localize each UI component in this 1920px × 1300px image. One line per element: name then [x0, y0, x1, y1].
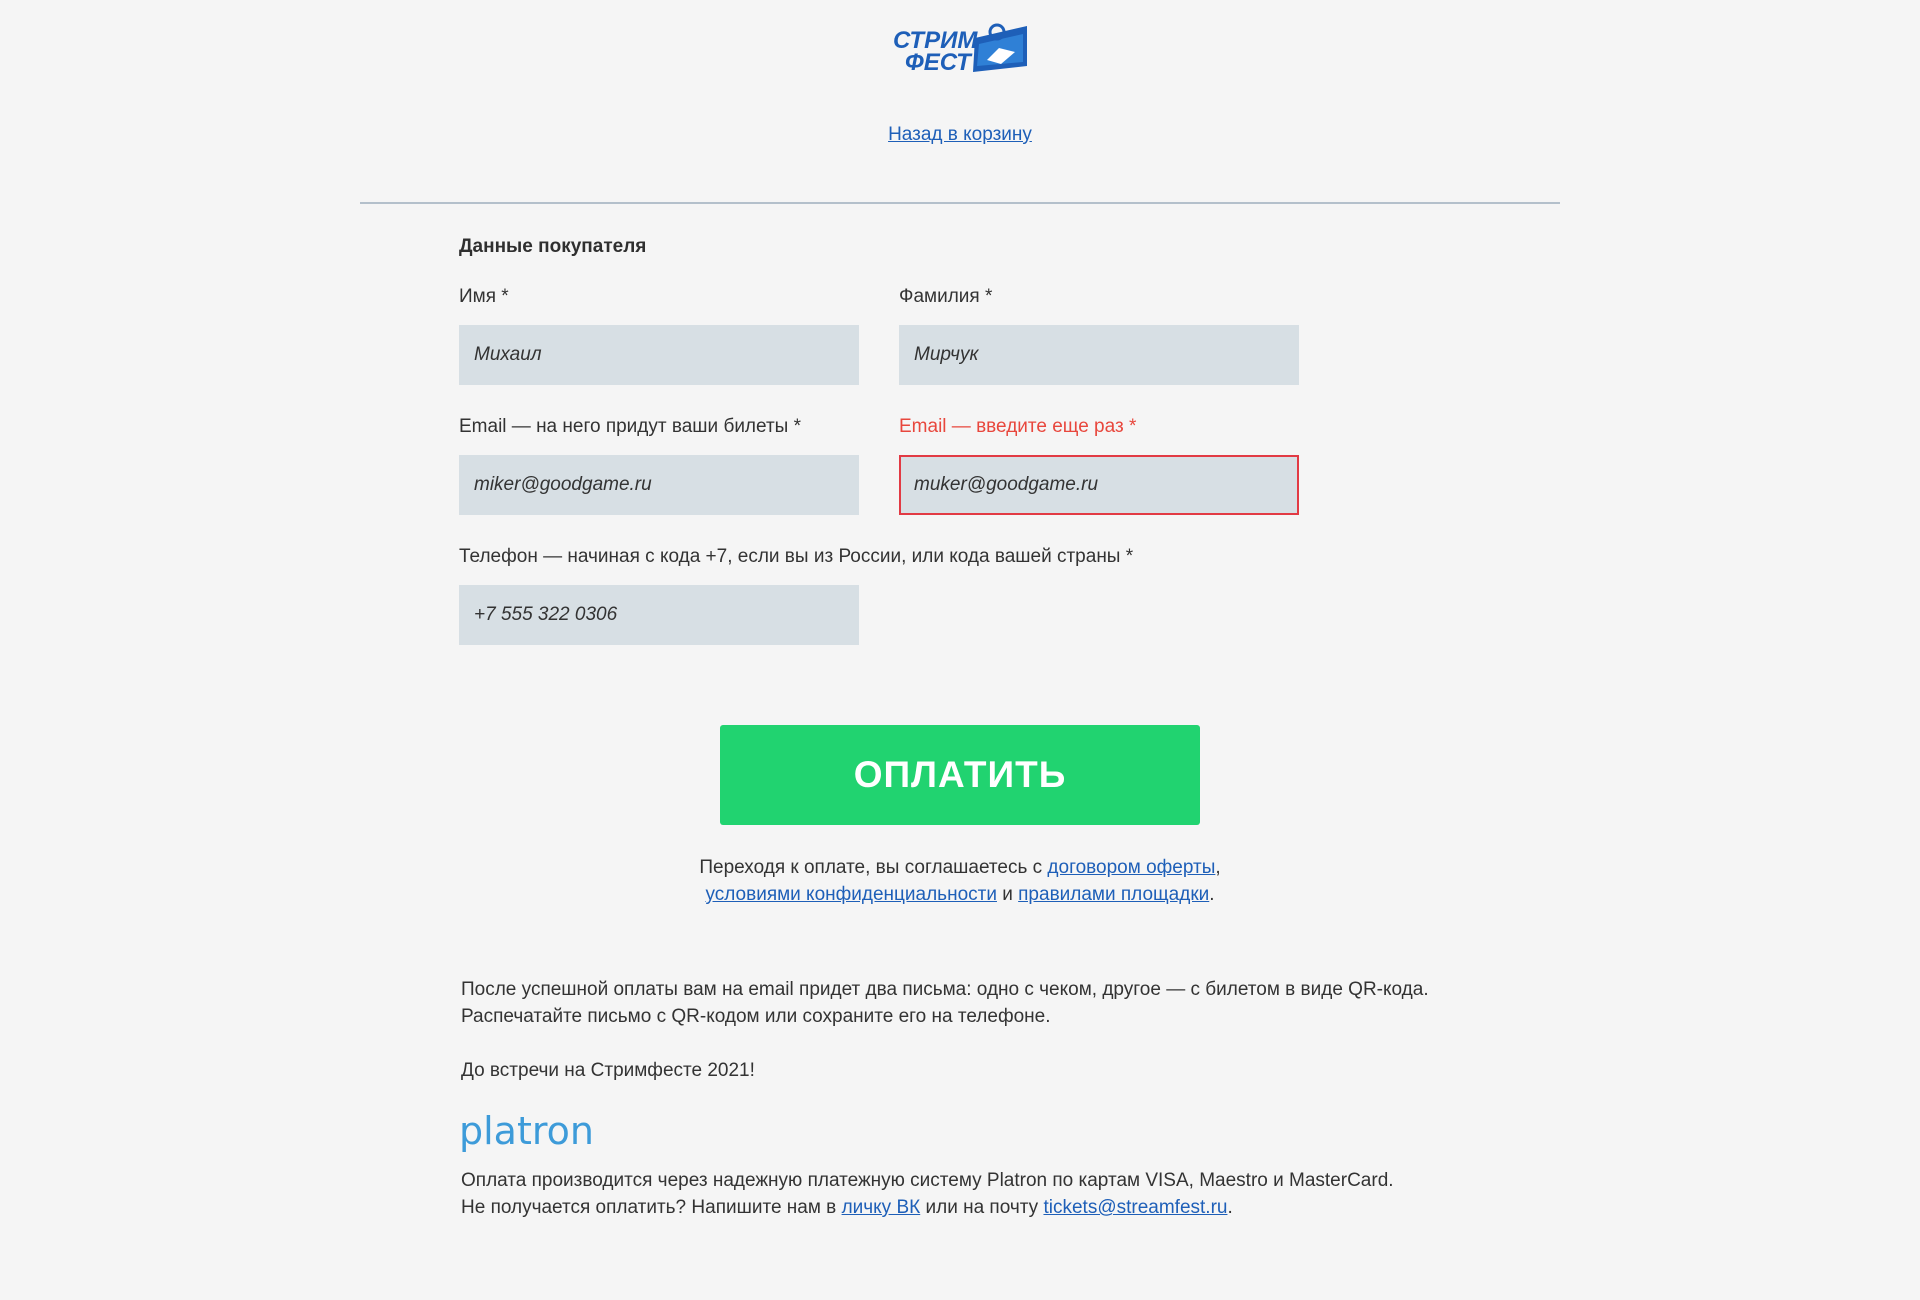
phone-label: Телефон — начиная с кода +7, если вы из …: [459, 546, 1134, 567]
payment-info: Оплата производится через надежную плате…: [461, 1167, 1394, 1221]
back-to-cart-link[interactable]: Назад в корзину: [888, 124, 1032, 145]
privacy-link[interactable]: условиями конфиденциальности: [705, 884, 997, 905]
buyer-data-title: Данные покупателя: [459, 236, 647, 257]
header-divider: [360, 202, 1560, 204]
help-prefix: Не получается оплатить? Напишите нам в: [461, 1197, 842, 1218]
pay-button[interactable]: ОПЛАТИТЬ: [720, 725, 1200, 825]
platron-logo: platron: [459, 1110, 594, 1153]
help-middle: или на почту: [920, 1197, 1044, 1218]
last-name-label: Фамилия *: [899, 286, 993, 307]
help-suffix: .: [1227, 1197, 1233, 1218]
farewell-text: До встречи на Стримфесте 2021!: [461, 1060, 755, 1081]
info-line-2: Распечатайте письмо с QR-кодом или сохра…: [461, 1006, 1051, 1027]
agreement-and: и: [996, 884, 1019, 905]
agreement-prefix: Переходя к оплате, вы соглашаетесь с: [699, 857, 1048, 878]
email-input[interactable]: [459, 455, 859, 515]
first-name-input[interactable]: [459, 325, 859, 385]
agreement-text: Переходя к оплате, вы соглашаетесь с дог…: [0, 854, 1920, 908]
last-name-input[interactable]: [899, 325, 1299, 385]
info-line-1: После успешной оплаты вам на email приде…: [461, 979, 1429, 1000]
first-name-label: Имя *: [459, 286, 509, 307]
payment-info-line-2: Не получается оплатить? Напишите нам в л…: [461, 1194, 1394, 1221]
platron-logo-text: platron: [459, 1110, 594, 1153]
offer-link[interactable]: договором оферты: [1047, 857, 1215, 878]
back-link-container: Назад в корзину: [0, 124, 1920, 146]
email-label: Email — на него придут ваши билеты *: [459, 416, 801, 437]
logo-text-line2: ФЕСТ: [905, 49, 973, 74]
rules-link[interactable]: правилами площадки: [1018, 884, 1209, 905]
phone-input[interactable]: [459, 585, 859, 645]
streamfest-logo[interactable]: СТРИМ ФЕСТ: [893, 22, 1027, 74]
post-payment-info: После успешной оплаты вам на email приде…: [461, 976, 1429, 1030]
agreement-period: .: [1209, 884, 1215, 905]
checkout-page: СТРИМ ФЕСТ Назад в корзину Данные покупа…: [0, 0, 1920, 1300]
email-confirm-input[interactable]: [899, 455, 1299, 515]
vk-link[interactable]: личку ВК: [842, 1197, 921, 1218]
email-confirm-label: Email — введите еще раз *: [899, 416, 1137, 437]
agreement-comma: ,: [1215, 857, 1221, 878]
support-email-link[interactable]: tickets@streamfest.ru: [1043, 1197, 1227, 1218]
payment-info-line-1: Оплата производится через надежную плате…: [461, 1170, 1394, 1191]
